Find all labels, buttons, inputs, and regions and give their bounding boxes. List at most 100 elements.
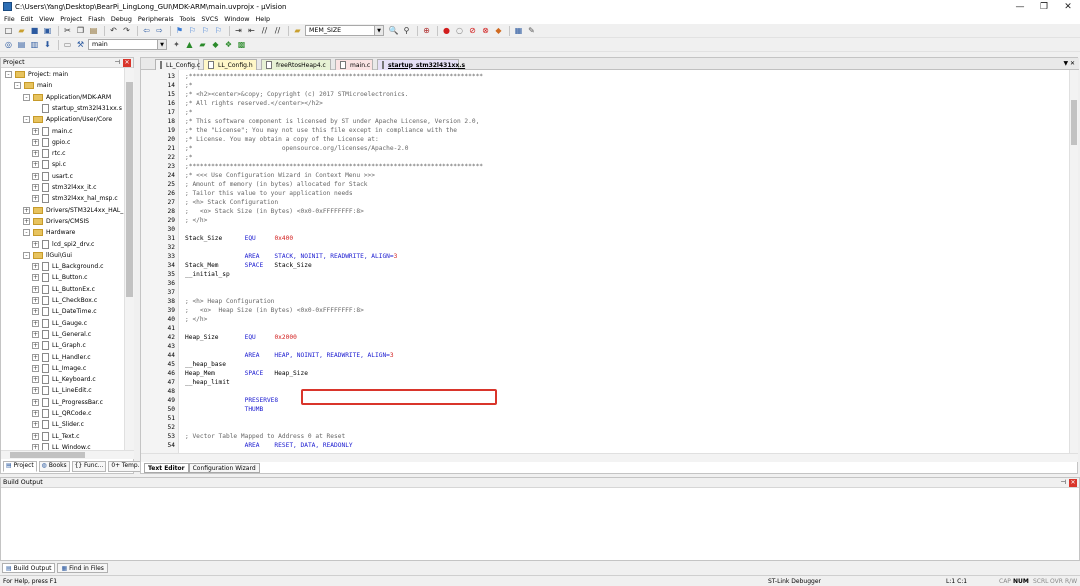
code-line[interactable]: __initial_sp <box>185 271 230 278</box>
pack-manager-icon[interactable]: ▩ <box>236 39 247 50</box>
download-icon[interactable]: ⬇ <box>42 39 53 50</box>
prev-bookmark-icon[interactable]: ⚐ <box>187 25 198 36</box>
menu-project[interactable]: Project <box>60 15 82 23</box>
expand-icon[interactable]: + <box>32 184 39 191</box>
code-line[interactable]: ;* opensource.org/licenses/Apache-2.0 <box>185 145 409 152</box>
collapse-icon[interactable]: - <box>23 229 30 237</box>
expand-icon[interactable]: + <box>32 387 39 395</box>
expand-icon[interactable]: + <box>32 308 39 316</box>
expand-icon[interactable]: + <box>32 127 39 135</box>
stop-build-icon[interactable]: ▭ <box>62 39 73 50</box>
tree-file-item[interactable]: + LL_LineEdit.c <box>32 385 92 396</box>
clear-bookmarks-icon[interactable]: ⚐ <box>213 25 224 36</box>
tree-file-item[interactable]: + LL_ProgressBar.c <box>32 397 103 408</box>
code-line[interactable]: AREA HEAP, NOINIT, READWRITE, ALIGN=3 <box>185 352 394 359</box>
maximize-button[interactable]: ❐ <box>1032 0 1056 13</box>
tree-file-item[interactable]: + stm32l4xx_it.c <box>32 182 96 193</box>
file-tab[interactable]: LL_Config.c <box>155 59 200 70</box>
redo-icon[interactable]: ↷ <box>121 25 132 36</box>
menu-help[interactable]: Help <box>255 15 270 23</box>
undo-icon[interactable]: ↶ <box>108 25 119 36</box>
code-line[interactable]: ;***************************************… <box>185 163 483 170</box>
tree-file-item[interactable]: + LL_QRCode.c <box>32 408 91 419</box>
tree-file-item[interactable]: + spi.c <box>32 159 66 170</box>
expand-icon[interactable]: + <box>32 353 39 361</box>
build-icon[interactable]: ▤ <box>16 39 27 50</box>
file-tab[interactable]: LL_Config.h <box>203 59 257 70</box>
tree-folder-item[interactable]: - llGui\Gui <box>23 250 72 261</box>
debug-start-icon[interactable]: ● <box>441 25 452 36</box>
code-line[interactable]: Heap_Size EQU 0x2000 <box>185 334 297 341</box>
select-packs-icon[interactable]: ▰ <box>197 39 208 50</box>
tree-file-item[interactable]: + LL_Slider.c <box>32 419 84 430</box>
expand-icon[interactable]: + <box>23 217 30 225</box>
tree-file-item[interactable]: + stm32l4xx_hal_msp.c <box>32 193 118 204</box>
editor-vertical-scrollbar[interactable] <box>1069 70 1078 453</box>
open-folder-icon[interactable]: ▰ <box>16 25 27 36</box>
file-tab[interactable]: main.c <box>335 59 373 70</box>
collapse-icon[interactable]: - <box>23 251 30 259</box>
code-line[interactable]: ;* <box>185 109 192 116</box>
tree-folder-item[interactable]: - main <box>14 80 52 91</box>
menu-window[interactable]: Window <box>224 15 249 23</box>
tree-file-item[interactable]: + main.c <box>32 126 73 137</box>
code-line[interactable]: ; <h> Stack Configuration <box>185 199 278 206</box>
tree-file-item[interactable]: + LL_DateTime.c <box>32 306 97 317</box>
expand-icon[interactable]: + <box>32 285 39 293</box>
build-close-icon[interactable]: ✕ <box>1069 478 1077 487</box>
code-line[interactable]: ;* All rights reserved.</center></h2> <box>185 100 323 107</box>
expand-icon[interactable]: + <box>32 421 39 429</box>
next-bookmark-icon[interactable]: ⚐ <box>200 25 211 36</box>
window-layout-icon[interactable]: ▦ <box>513 25 524 36</box>
tree-file-item[interactable]: + LL_Keyboard.c <box>32 374 96 385</box>
magic-wand-icon[interactable]: ✦ <box>171 39 182 50</box>
menu-svcs[interactable]: SVCS <box>201 15 218 23</box>
find-icon[interactable]: 🔍 <box>388 25 399 36</box>
tree-folder-item[interactable]: - Application/User/Core <box>23 114 112 125</box>
tree-folder-item[interactable]: - Hardware <box>23 227 75 238</box>
expand-icon[interactable]: + <box>32 432 39 440</box>
menu-tools[interactable]: Tools <box>180 15 196 23</box>
tree-file-item[interactable]: + LL_Background.c <box>32 261 103 272</box>
tab-build-output[interactable]: ▤ Build Output <box>2 563 56 573</box>
code-line[interactable]: ; <h> Heap Configuration <box>185 298 274 305</box>
tree-file-item[interactable]: + LL_Button.c <box>32 272 88 283</box>
target-options-icon[interactable]: ⚒ <box>75 39 86 50</box>
tree-file-item[interactable]: + LL_Window.c <box>32 442 91 450</box>
expand-icon[interactable]: + <box>32 342 39 350</box>
code-line[interactable]: ;* <<< Use Configuration Wizard in Conte… <box>185 172 375 179</box>
breakpoint-icon[interactable]: ○ <box>454 25 465 36</box>
minimize-button[interactable]: — <box>1008 0 1032 13</box>
tree-file-item[interactable]: + gpio.c <box>32 137 70 148</box>
tree-folder-item[interactable]: + Drivers/STM32L4xx_HAL_ <box>23 205 123 216</box>
expand-icon[interactable]: + <box>32 195 39 203</box>
tab-project[interactable]: ▤ Project <box>3 460 37 472</box>
code-line[interactable]: ;* <box>185 154 192 161</box>
editor-horizontal-scrollbar[interactable] <box>141 453 1078 462</box>
manage-components-icon[interactable]: ▲ <box>184 39 195 50</box>
code-line[interactable]: __heap_limit <box>185 379 230 386</box>
tree-file-item[interactable]: + lcd_spi2_drv.c <box>32 239 94 250</box>
find-combo-dropdown-icon[interactable]: ▼ <box>375 25 384 36</box>
expand-icon[interactable]: + <box>32 138 39 146</box>
code-line[interactable]: Heap_Mem SPACE Heap_Size <box>185 370 308 377</box>
code-line[interactable]: ;* This software component is licensed b… <box>185 118 479 125</box>
translate-icon[interactable]: ◎ <box>3 39 14 50</box>
file-tab[interactable]: freeRtosHeap4.c <box>261 59 331 70</box>
project-horizontal-scrollbar[interactable] <box>1 450 134 459</box>
disable-breakpoint-icon[interactable]: ⊘ <box>467 25 478 36</box>
copy-icon[interactable]: ❐ <box>75 25 86 36</box>
expand-icon[interactable]: + <box>32 364 39 372</box>
code-line[interactable]: THUMB <box>185 406 264 413</box>
indent-icon[interactable]: ⇥ <box>233 25 244 36</box>
tools-icon[interactable]: ✎ <box>526 25 537 36</box>
tree-file-item[interactable]: + LL_General.c <box>32 329 91 340</box>
pin-icon[interactable]: ⊣ <box>115 59 121 66</box>
tab-list-dropdown-icon[interactable]: ▼ ✕ <box>1063 60 1075 67</box>
tree-file-item[interactable]: + usart.c <box>32 171 73 182</box>
expand-icon[interactable]: + <box>32 410 39 417</box>
comment-icon[interactable]: // <box>259 25 270 36</box>
tree-folder-item[interactable]: + Drivers/CMSIS <box>23 216 89 227</box>
expand-icon[interactable]: + <box>32 330 39 338</box>
menu-debug[interactable]: Debug <box>111 15 132 23</box>
